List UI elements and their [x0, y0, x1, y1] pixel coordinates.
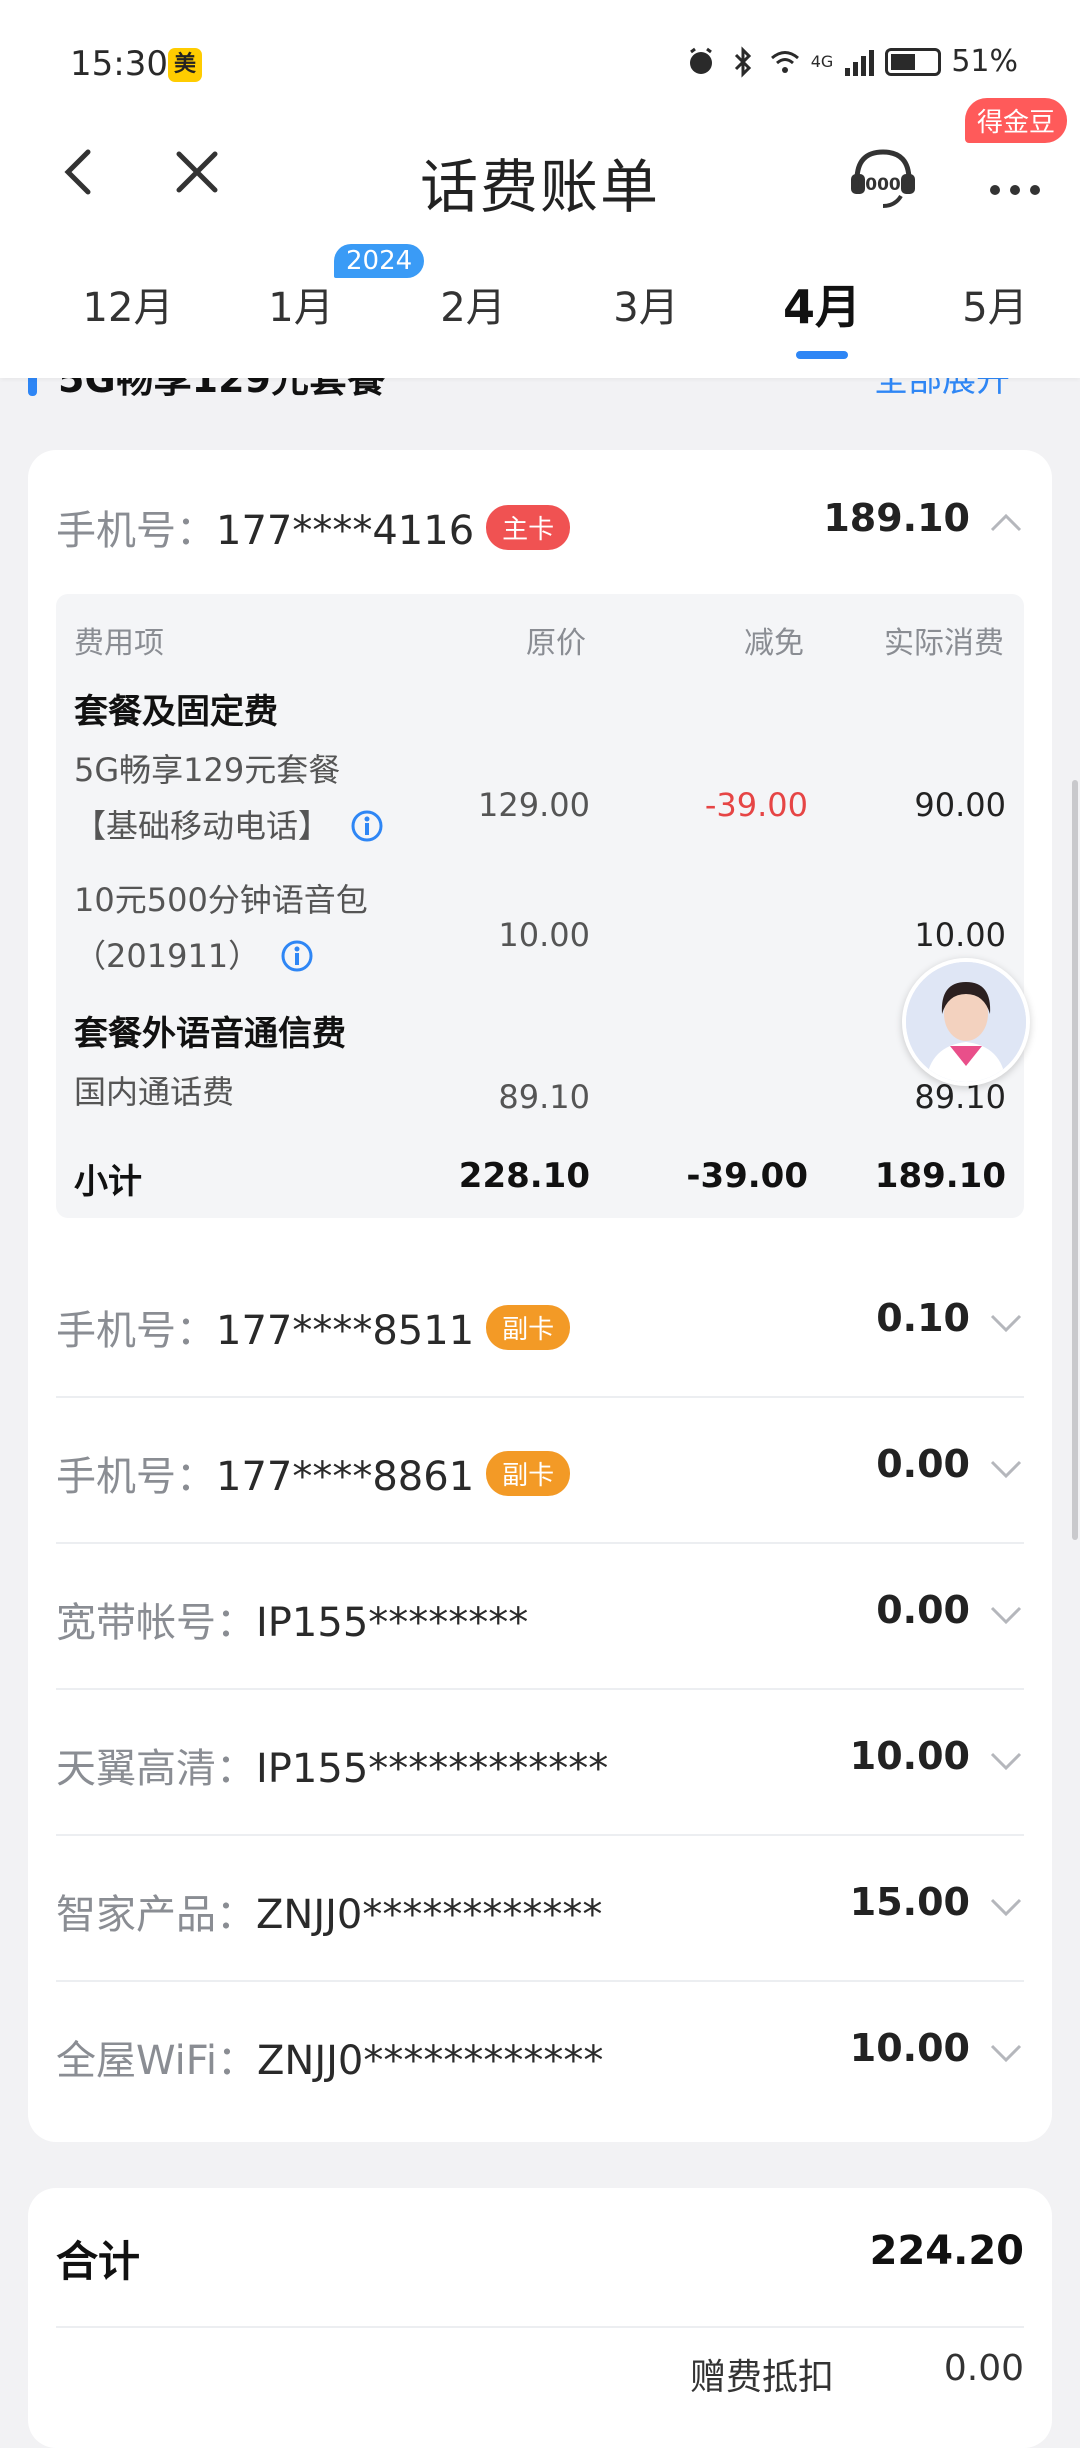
- customer-service-icon[interactable]: 10000: [845, 140, 921, 216]
- primary-card-tag: 主卡: [486, 505, 571, 550]
- chevron-down-icon[interactable]: [988, 1750, 1024, 1772]
- account-row[interactable]: 宽带帐号：IP155******** 0.00: [56, 1542, 1024, 1690]
- month-tabs: 12月 1月 2月 3月 4月 5月: [0, 255, 1080, 365]
- account-amount: 189.10: [823, 496, 970, 540]
- total-amount: 224.20: [869, 2228, 1024, 2274]
- battery-icon: [885, 47, 942, 76]
- divider: [56, 2326, 1024, 2328]
- coin-badge[interactable]: 得金豆: [965, 98, 1068, 143]
- info-icon[interactable]: [280, 939, 314, 973]
- account-label: 智家产品：ZNJJ0************: [56, 1892, 603, 1938]
- wifi-icon: [770, 50, 799, 73]
- signal-icon: [845, 49, 875, 76]
- battery-percent: 51%: [951, 44, 1018, 79]
- year-badge: 2024: [334, 244, 425, 278]
- fee-discount: -39.00: [704, 786, 808, 824]
- gift-deduction-label: 赠费抵扣: [690, 2357, 835, 2398]
- account-amount: 15.00: [849, 1880, 970, 1924]
- subtotal-discount: -39.00: [686, 1156, 808, 1196]
- fee-actual: 90.00: [914, 786, 1006, 824]
- section-title: 套餐及固定费: [74, 692, 278, 732]
- fee-original: 10.00: [498, 916, 590, 954]
- fee-original: 129.00: [478, 786, 590, 824]
- fee-item-name: 10元500分钟语音包 （201911）: [74, 881, 368, 975]
- secondary-card-tag: 副卡: [486, 1451, 571, 1496]
- tab-month[interactable]: 2月: [413, 275, 533, 333]
- account-amount: 10.00: [849, 2026, 970, 2070]
- tab-month[interactable]: 1月: [241, 275, 361, 333]
- more-icon[interactable]: [980, 146, 1050, 206]
- meituan-app-icon: 美: [168, 48, 202, 82]
- account-amount: 10.00: [849, 1734, 970, 1778]
- account-amount: 0.00: [876, 1442, 970, 1486]
- scrollbar[interactable]: [1072, 780, 1078, 1540]
- assistant-portrait-icon: [906, 962, 1026, 1082]
- status-time: 15:30: [70, 44, 168, 84]
- account-label: 手机号：177****4116 主卡: [56, 498, 571, 556]
- fee-original: 89.10: [498, 1078, 590, 1116]
- chevron-down-icon[interactable]: [988, 1458, 1024, 1480]
- assistant-avatar[interactable]: [902, 958, 1030, 1086]
- tab-month[interactable]: 12月: [68, 275, 188, 333]
- account-label: 宽带帐号：IP155********: [56, 1600, 529, 1646]
- fee-item-name: 5G畅享129元套餐 【基础移动电话】: [74, 742, 384, 854]
- nav-bar: 话费账单 10000: [0, 120, 1080, 230]
- bluetooth-icon: [734, 45, 751, 78]
- tab-month-active[interactable]: 4月: [762, 271, 882, 337]
- subtotal-label: 小计: [74, 1162, 142, 1202]
- top-bar: 15:30 美 4G 51% 话费账单 10000 得金豆 12月 1月 2月 …: [0, 0, 1080, 378]
- chevron-down-icon[interactable]: [988, 1604, 1024, 1626]
- account-row[interactable]: 智家产品：ZNJJ0************ 15.00: [56, 1834, 1024, 1982]
- account-row[interactable]: 天翼高清：IP155************ 10.00: [56, 1688, 1024, 1836]
- account-label: 手机号：177****8861 副卡: [56, 1444, 571, 1502]
- fee-detail-table: 费用项 原价 减免 实际消费 套餐及固定费 5G畅享129元套餐 【基础移动电话…: [56, 594, 1024, 1218]
- network-type: 4G: [810, 52, 834, 71]
- svg-text:10000: 10000: [853, 175, 912, 195]
- account-row[interactable]: 手机号：177****8861 副卡 0.00: [56, 1396, 1024, 1544]
- total-label: 合计: [56, 2237, 141, 2286]
- account-row[interactable]: 手机号：177****8511 副卡 0.10: [56, 1250, 1024, 1398]
- fee-item-name: 国内通话费: [74, 1073, 235, 1111]
- alarm-icon: [689, 47, 712, 74]
- account-row[interactable]: 全屋WiFi：ZNJJ0************ 10.00: [56, 1980, 1024, 2126]
- account-label: 天翼高清：IP155************: [56, 1746, 609, 1792]
- account-label: 全屋WiFi：ZNJJ0************: [56, 2038, 604, 2084]
- account-row[interactable]: 手机号：177****4116 主卡 189.10: [56, 450, 1024, 596]
- status-bar: 15:30 美 4G 51%: [0, 0, 1080, 130]
- account-amount: 0.10: [876, 1296, 970, 1340]
- account-label: 手机号：177****8511 副卡: [56, 1298, 571, 1356]
- chevron-down-icon[interactable]: [988, 2042, 1024, 2064]
- tab-month[interactable]: 3月: [586, 275, 706, 333]
- col-header-item: 费用项: [74, 626, 164, 661]
- col-header-original: 原价: [526, 626, 586, 661]
- tab-month[interactable]: 5月: [935, 275, 1055, 333]
- subtotal-actual: 189.10: [874, 1156, 1006, 1196]
- info-icon[interactable]: [350, 809, 384, 843]
- subtotal-original: 228.10: [458, 1156, 590, 1196]
- chevron-down-icon[interactable]: [988, 1896, 1024, 1918]
- total-card: 合计 224.20 赠费抵扣 0.00: [28, 2188, 1052, 2448]
- gift-deduction-amount: 0.00: [943, 2348, 1024, 2389]
- chevron-down-icon[interactable]: [988, 1312, 1024, 1334]
- section-title: 套餐外语音通信费: [74, 1014, 346, 1054]
- status-icons: 4G 51%: [685, 44, 1018, 79]
- secondary-card-tag: 副卡: [486, 1305, 571, 1350]
- col-header-actual: 实际消费: [884, 626, 1004, 661]
- active-tab-indicator: [796, 351, 848, 359]
- col-header-discount: 减免: [744, 626, 804, 661]
- fee-actual: 10.00: [914, 916, 1006, 954]
- chevron-up-icon[interactable]: [988, 512, 1024, 534]
- account-amount: 0.00: [876, 1588, 970, 1632]
